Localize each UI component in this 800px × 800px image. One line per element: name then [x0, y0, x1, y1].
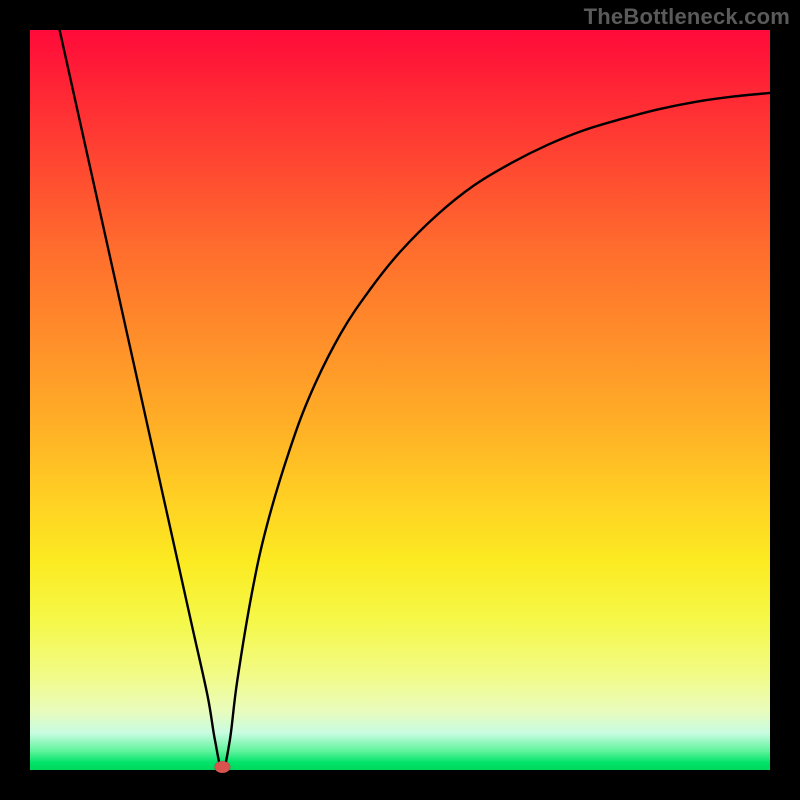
- chart-frame: TheBottleneck.com: [0, 0, 800, 800]
- plot-area: [30, 30, 770, 770]
- curve-layer: [30, 30, 770, 770]
- optimal-marker: [214, 761, 230, 773]
- bottleneck-curve: [60, 30, 770, 770]
- watermark: TheBottleneck.com: [584, 4, 790, 30]
